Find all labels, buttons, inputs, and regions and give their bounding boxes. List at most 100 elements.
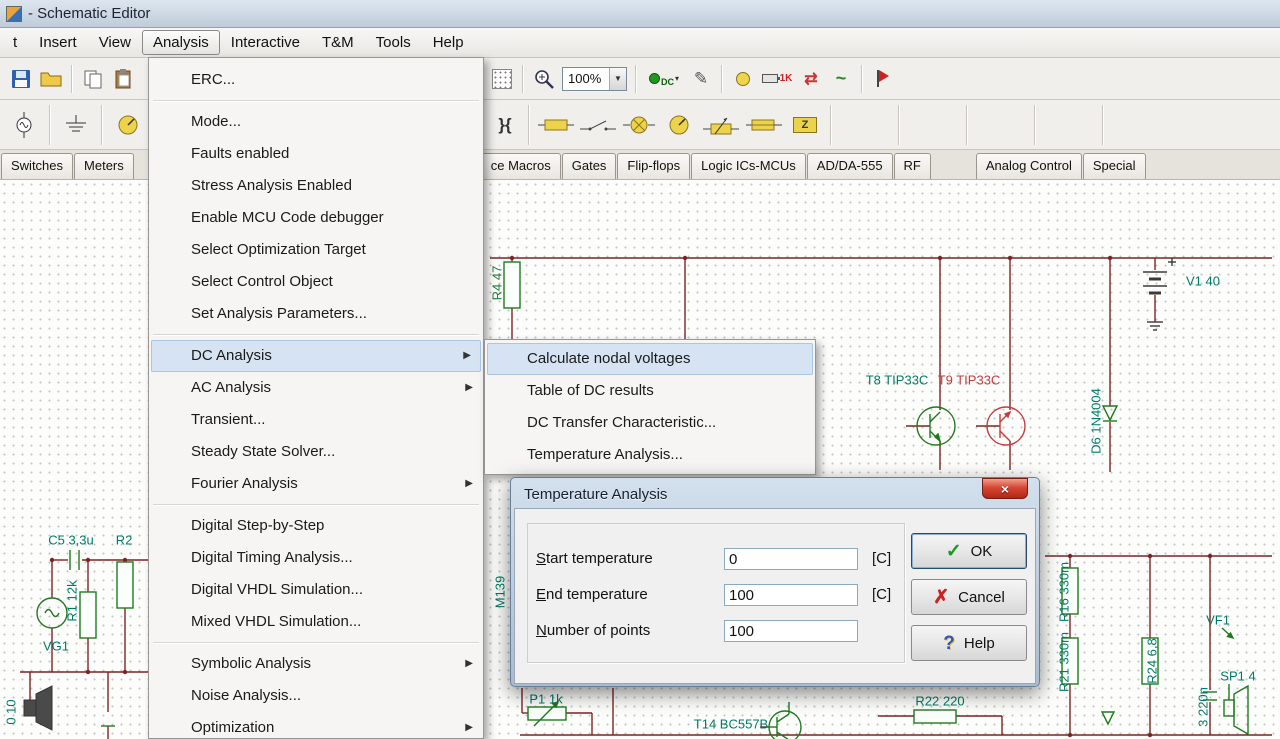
menu-item-enable-mcu-code-debugger[interactable]: Enable MCU Code debugger <box>149 202 483 234</box>
toolbar-separator <box>721 64 723 93</box>
analysis-menu: ERC... Mode... Faults enabled Stress Analys… <box>148 57 484 739</box>
menu-help[interactable]: Help <box>422 30 475 55</box>
menu-item-digital-step-by-step[interactable]: Digital Step-by-Step <box>149 510 483 542</box>
dialog-title: Temperature Analysis <box>524 485 668 503</box>
grid-toggle-button[interactable] <box>487 64 517 94</box>
menu-item-label: Mixed VHDL Simulation... <box>191 613 362 630</box>
save-button[interactable] <box>6 64 36 94</box>
tab-logic-ics-mcus[interactable]: Logic ICs-MCUs <box>691 153 806 179</box>
tab-switches[interactable]: Switches <box>1 153 74 179</box>
switch-component-button[interactable] <box>577 110 619 140</box>
menu-item-digital-timing-analysis[interactable]: Digital Timing Analysis... <box>149 542 483 574</box>
lamp-component-button[interactable] <box>619 110 659 140</box>
source-component-button[interactable] <box>4 110 44 140</box>
menu-item-select-control-object[interactable]: Select Control Object <box>149 266 483 298</box>
impedance-component-button[interactable]: Z <box>785 110 825 140</box>
number-of-points-input[interactable] <box>724 620 858 642</box>
zoom-value: 100% <box>568 71 602 86</box>
menu-item-noise-analysis[interactable]: Noise Analysis... <box>149 680 483 712</box>
menu-item-ac-analysis[interactable]: AC Analysis ▶ <box>149 372 483 404</box>
tab-rf[interactable]: RF <box>893 153 931 179</box>
tab-special[interactable]: Special <box>1082 153 1146 179</box>
menu-item-erc[interactable]: ERC... <box>149 64 483 96</box>
resistor-component-button[interactable] <box>535 110 577 140</box>
check-icon: ✓ <box>945 540 962 562</box>
signal-probe-button[interactable]: ~ <box>826 64 856 94</box>
dialog-titlebar[interactable]: Temperature Analysis × <box>514 478 1036 508</box>
menu-item-label: Set Analysis Parameters... <box>191 305 367 322</box>
battery-test-button[interactable]: 1K <box>758 64 796 94</box>
menu-item-faults-enabled[interactable]: Faults enabled <box>149 138 483 170</box>
question-icon: ? <box>943 632 955 654</box>
menu-item-optimization[interactable]: Optimization ▶ <box>149 712 483 739</box>
meter-component-button[interactable] <box>108 110 148 140</box>
tab-meters[interactable]: Meters <box>74 153 134 179</box>
potentiometer-component-button[interactable] <box>699 110 743 140</box>
submenu-item-table-of-dc-results[interactable]: Table of DC results <box>485 375 815 407</box>
analog-meter-button[interactable] <box>659 110 699 140</box>
schematic-editor-window: - Schematic Editor t Insert View Analysi… <box>0 0 1280 739</box>
submenu-arrow-icon: ▶ <box>465 382 473 393</box>
close-button[interactable]: × <box>982 478 1028 499</box>
macro-pins-button[interactable]: }{ <box>487 110 523 140</box>
menu-item-stress-analysis-enabled[interactable]: Stress Analysis Enabled <box>149 170 483 202</box>
tab-flip-flops[interactable]: Flip-flops <box>617 153 691 179</box>
menu-item-set-analysis-parameters[interactable]: Set Analysis Parameters... <box>149 298 483 330</box>
fuse-component-button[interactable] <box>743 110 785 140</box>
tab-spice-macros[interactable]: ce Macros <box>480 153 561 179</box>
menu-tm[interactable]: T&M <box>311 30 365 55</box>
start-temperature-input[interactable] <box>724 548 858 570</box>
submenu-item-calculate-nodal-voltages[interactable]: Calculate nodal voltages <box>487 343 813 375</box>
toolbar-separator <box>966 104 968 145</box>
menu-item-digital-vhdl-simulation[interactable]: Digital VHDL Simulation... <box>149 574 483 606</box>
dropdown-arrow-icon[interactable]: ▾ <box>675 74 679 83</box>
pen-tool-button[interactable]: ✎ <box>686 64 716 94</box>
submenu-item-dc-transfer-characteristic[interactable]: DC Transfer Characteristic... <box>485 407 815 439</box>
menu-item-symbolic-analysis[interactable]: Symbolic Analysis ▶ <box>149 648 483 680</box>
floppy-icon <box>12 69 30 88</box>
menu-item-label: Fourier Analysis <box>191 475 298 492</box>
menu-interactive[interactable]: Interactive <box>220 30 311 55</box>
paste-button[interactable] <box>108 64 138 94</box>
help-button[interactable]: ? Help <box>911 625 1027 661</box>
magnifier-icon <box>535 69 554 89</box>
cancel-button[interactable]: ✗ Cancel <box>911 579 1027 615</box>
menu-edit-partial[interactable]: t <box>2 30 28 55</box>
voltage-probe-button[interactable] <box>728 64 758 94</box>
ok-button[interactable]: ✓ OK <box>911 533 1027 569</box>
temperature-analysis-dialog: Temperature Analysis × Start temperature… <box>510 477 1040 687</box>
flag-button[interactable] <box>868 64 898 94</box>
menu-insert[interactable]: Insert <box>28 30 88 55</box>
submenu-arrow-icon: ▶ <box>465 658 473 669</box>
tab-analog-control[interactable]: Analog Control <box>975 153 1082 179</box>
battery-icon <box>761 74 780 83</box>
copy-button[interactable] <box>78 64 108 94</box>
menu-tools[interactable]: Tools <box>365 30 422 55</box>
tab-ad-da-555[interactable]: AD/DA-555 <box>806 153 893 179</box>
zoom-tool-button[interactable] <box>529 64 559 94</box>
tab-gates[interactable]: Gates <box>561 153 617 179</box>
submenu-item-temperature-analysis[interactable]: Temperature Analysis... <box>485 439 815 471</box>
menu-item-transient[interactable]: Transient... <box>149 404 483 436</box>
menu-analysis[interactable]: Analysis <box>141 30 220 55</box>
zoom-level-select[interactable]: 100% ▼ <box>562 66 627 91</box>
menu-item-dc-analysis[interactable]: DC Analysis ▶ <box>151 340 481 372</box>
dc-meter-button[interactable]: DC ▾ <box>642 64 686 94</box>
menu-item-fourier-analysis[interactable]: Fourier Analysis ▶ <box>149 468 483 500</box>
menu-item-select-optimization-target[interactable]: Select Optimization Target <box>149 234 483 266</box>
toolbar-separator <box>101 104 103 145</box>
menu-item-mixed-vhdl-simulation[interactable]: Mixed VHDL Simulation... <box>149 606 483 638</box>
menu-item-steady-state-solver[interactable]: Steady State Solver... <box>149 436 483 468</box>
menu-item-mode[interactable]: Mode... <box>149 106 483 138</box>
current-arrows-button[interactable]: ⇄ <box>796 64 826 94</box>
source-icon <box>16 111 32 138</box>
number-of-points-label: Number of points <box>536 622 651 639</box>
window-title: - Schematic Editor <box>28 5 151 22</box>
dropdown-arrow-icon[interactable]: ▼ <box>609 67 626 90</box>
open-button[interactable] <box>36 64 66 94</box>
ground-component-button[interactable] <box>56 110 96 140</box>
grid-icon <box>492 68 512 89</box>
menu-item-label: ERC... <box>191 71 236 88</box>
menu-view[interactable]: View <box>88 30 142 55</box>
end-temperature-input[interactable] <box>724 584 858 606</box>
